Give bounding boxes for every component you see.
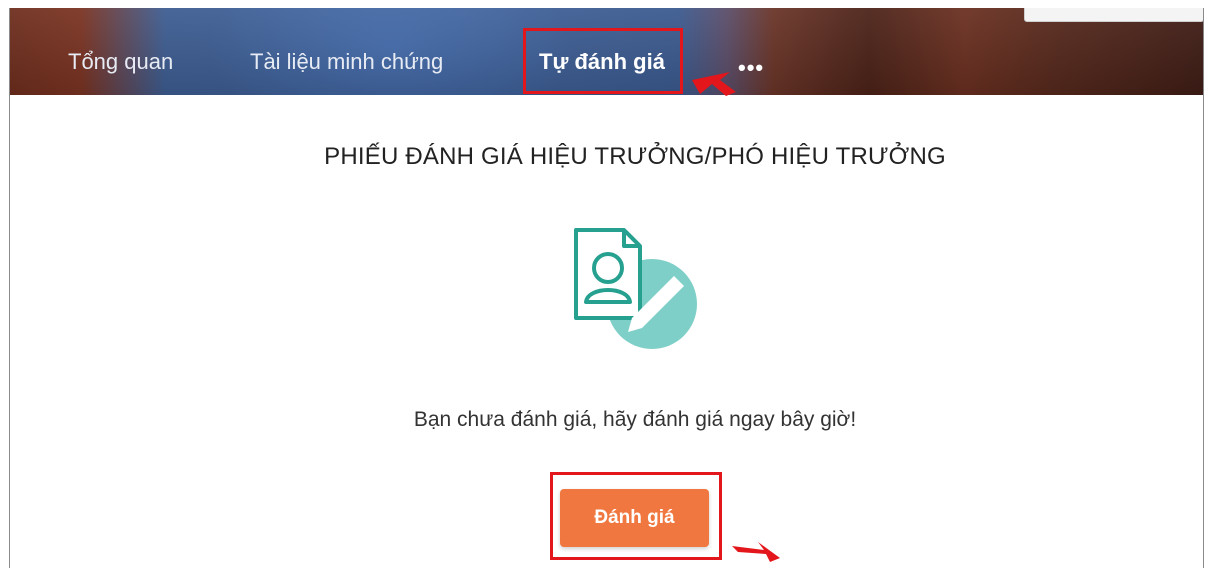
status-message: Bạn chưa đánh giá, hãy đánh giá ngay bây… — [413, 408, 857, 431]
more-menu-icon[interactable]: ••• — [738, 55, 764, 81]
tab-overview[interactable]: Tổng quan — [68, 49, 173, 75]
highlight-box-tab — [523, 28, 683, 94]
highlight-box-button — [550, 472, 722, 560]
tab-evidence-documents[interactable]: Tài liệu minh chứng — [250, 49, 443, 75]
red-arrow-tab-icon — [692, 72, 736, 96]
document-user-check-icon — [574, 228, 697, 349]
page-title: PHIẾU ĐÁNH GIÁ HIỆU TRƯỞNG/PHÓ HIỆU TRƯỞ… — [324, 143, 946, 170]
search-box[interactable] — [1024, 8, 1203, 22]
red-arrow-button-icon — [732, 542, 780, 562]
